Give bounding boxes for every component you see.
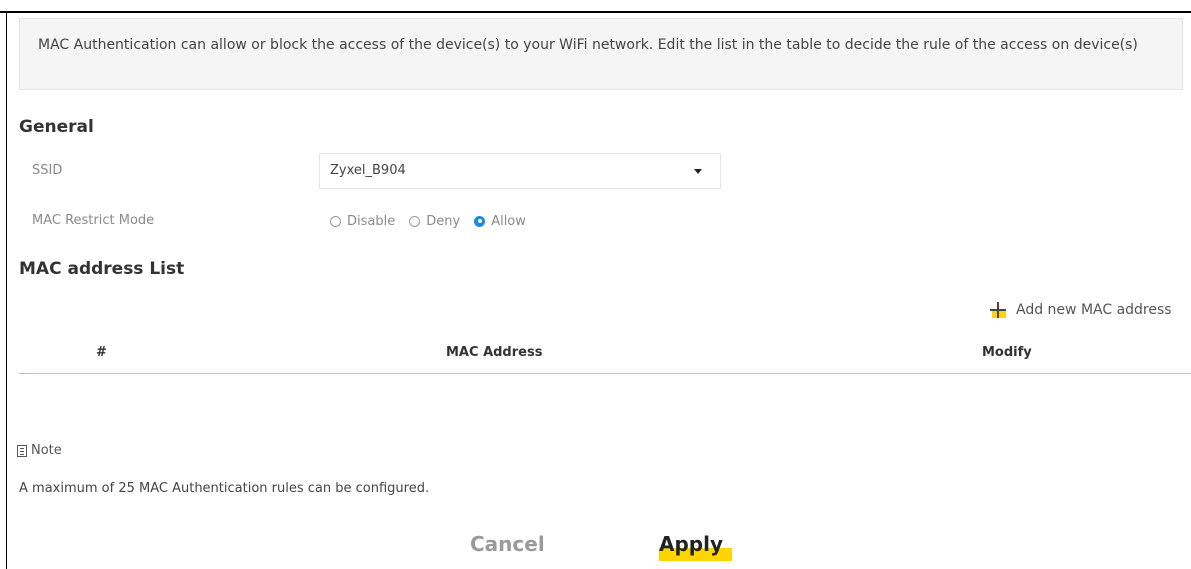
note-label: Note [31, 443, 62, 458]
general-title: General [19, 117, 94, 137]
ssid-label: SSID [32, 163, 63, 178]
frame-top-line [0, 11, 1191, 13]
radio-disable-circle[interactable] [330, 215, 341, 227]
column-header-index: # [96, 345, 107, 360]
column-header-mac-address: MAC Address [446, 345, 543, 360]
note-heading: Note [17, 443, 62, 458]
frame-left-line [6, 11, 7, 569]
radio-deny[interactable]: Deny [409, 214, 460, 229]
add-mac-address-label: Add new MAC address [1016, 302, 1172, 318]
caret-down-icon [694, 169, 702, 174]
radio-deny-label: Deny [426, 213, 461, 229]
mac-restrict-mode-radio-group: Disable Deny Allow [330, 211, 540, 231]
radio-allow[interactable]: Allow [474, 214, 526, 229]
plus-icon [990, 302, 1006, 318]
note-text: A maximum of 25 MAC Authentication rules… [19, 481, 430, 496]
intro-box: MAC Authentication can allow or block th… [19, 18, 1183, 90]
column-header-modify: Modify [982, 345, 1032, 360]
add-mac-address-button[interactable]: Add new MAC address [990, 302, 1172, 318]
radio-allow-circle[interactable] [474, 215, 486, 227]
intro-text: MAC Authentication can allow or block th… [38, 37, 1138, 53]
mac-list-title: MAC address List [19, 259, 185, 279]
radio-disable[interactable]: Disable [330, 214, 395, 229]
cancel-button[interactable]: Cancel [470, 532, 545, 556]
table-header-divider [19, 373, 1191, 374]
ssid-select[interactable]: Zyxel_B904 [319, 153, 721, 189]
radio-allow-label: Allow [491, 213, 526, 229]
ssid-select-value: Zyxel_B904 [330, 163, 406, 178]
mac-restrict-mode-label: MAC Restrict Mode [32, 213, 155, 228]
radio-deny-circle[interactable] [409, 215, 421, 227]
note-icon [17, 444, 27, 457]
page-frame-top [0, 0, 1191, 14]
apply-button[interactable]: Apply [659, 532, 723, 556]
radio-disable-label: Disable [347, 213, 396, 229]
